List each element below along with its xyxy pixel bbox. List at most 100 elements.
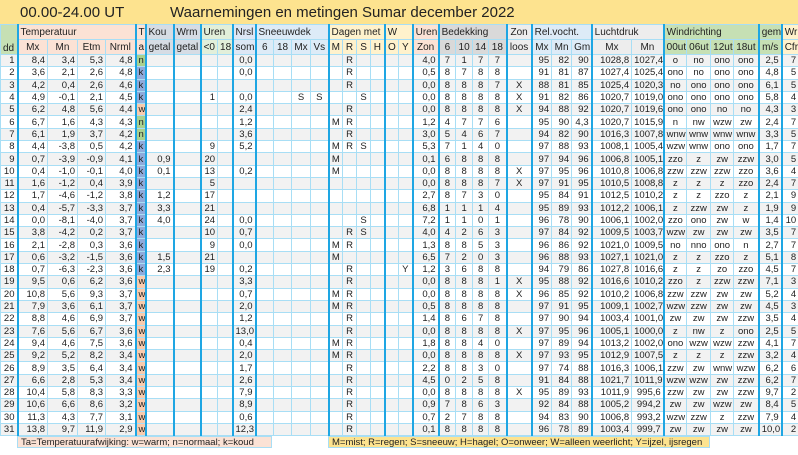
table-cell: 0,1 — [144, 164, 175, 178]
table-cell: 94 — [530, 410, 553, 424]
table-cell: 8 — [472, 324, 490, 338]
subheader-cell: 10 — [455, 39, 474, 55]
table-cell — [231, 250, 257, 265]
day-cell: 5 — [0, 103, 18, 117]
table-cell: 1027,1 — [590, 250, 633, 265]
table-cell: 85 — [551, 287, 573, 301]
table-cell: 4 — [437, 226, 457, 240]
table-cell: 3 — [437, 263, 457, 277]
table-row: 10 0,4 -1,0 -0,1 4,0 k 0,1 13 0,2 M 0,0 8 8 8 8 X 97 95 96… — [0, 164, 798, 178]
table-cell: zw — [662, 422, 688, 437]
table-cell: 0,0 — [411, 176, 440, 191]
table-cell: zw — [710, 201, 735, 215]
table-cell — [356, 361, 372, 375]
table-cell — [172, 312, 202, 326]
table-cell — [370, 312, 386, 326]
table-cell — [398, 373, 414, 388]
subheader-cell: Mn — [631, 39, 665, 55]
table-cell — [172, 90, 202, 105]
table-cell: 6,8 — [411, 201, 440, 215]
table-cell: 1016,6 — [631, 263, 665, 277]
table-cell — [273, 201, 293, 215]
table-cell: zzw — [733, 349, 760, 363]
table-cell: zo — [710, 263, 735, 277]
table-cell: 88 — [551, 103, 573, 117]
table-cell: -8,1 — [47, 213, 78, 228]
table-cell — [310, 53, 330, 68]
table-cell: R — [342, 287, 358, 301]
table-cell — [356, 115, 372, 129]
table-cell — [217, 373, 234, 388]
table-cell — [254, 140, 275, 154]
day-cell: 8 — [0, 140, 18, 154]
table-cell: M — [327, 115, 344, 129]
table-cell: z — [662, 324, 688, 338]
table-cell: z — [662, 176, 688, 191]
subheader-cell: getal — [144, 39, 175, 55]
table-cell — [327, 127, 344, 142]
table-cell: wzw — [662, 410, 688, 424]
table-cell: 3,7 — [104, 299, 137, 314]
table-cell — [217, 152, 234, 166]
table-cell — [254, 176, 275, 191]
table-cell — [217, 66, 234, 80]
table-cell: 4,8 — [104, 66, 137, 80]
table-cell: 1006,8 — [631, 164, 665, 178]
table-cell — [217, 386, 234, 400]
table-cell — [327, 90, 344, 105]
table-cell: 88 — [530, 78, 553, 92]
table-cell: 8 — [488, 410, 508, 424]
table-cell — [356, 201, 372, 215]
table-cell — [199, 78, 219, 92]
table-cell — [383, 386, 400, 400]
table-cell: R — [342, 336, 358, 351]
table-cell: 1009,5 — [590, 226, 633, 240]
table-cell — [356, 189, 372, 203]
table-cell: 7,9 — [16, 299, 48, 314]
table-cell — [254, 250, 275, 265]
table-cell — [172, 386, 202, 400]
header-bedekking: Bedekking — [437, 24, 508, 40]
table-cell: 2,4 — [757, 115, 783, 129]
table-cell — [327, 398, 344, 412]
table-cell: 6,1 — [16, 127, 48, 142]
header-rel-vocht: Rel.vocht. — [530, 24, 593, 40]
table-cell: 1025,4 — [590, 78, 633, 92]
table-cell: 7 — [437, 53, 457, 68]
table-cell: 8 — [455, 299, 474, 314]
table-cell: 7 — [780, 238, 798, 252]
table-cell: 6,2 — [757, 373, 783, 388]
subheader-cell: 06ut — [686, 39, 712, 55]
table-cell: 5,3 — [411, 140, 440, 154]
table-cell — [291, 115, 312, 129]
day-cell: 6 — [0, 115, 18, 129]
table-cell: 1011,9 — [590, 386, 633, 400]
table-cell: z — [733, 189, 760, 203]
table-cell: X — [505, 90, 533, 105]
table-cell: z — [710, 410, 735, 424]
table-cell: 3,6 — [104, 275, 137, 289]
table-cell: 1,7 — [757, 140, 783, 154]
table-cell: 1,6 — [47, 115, 78, 129]
day-cell: 23 — [0, 324, 18, 338]
table-cell — [217, 275, 234, 289]
table-cell: 4,4 — [16, 140, 48, 154]
ta-cell: w — [134, 312, 147, 326]
table-cell: 8 — [780, 250, 798, 265]
table-cell — [273, 275, 293, 289]
table-cell: 4,0 — [144, 213, 175, 228]
table-cell: 1020,7 — [590, 90, 633, 105]
table-cell: 8 — [472, 164, 490, 178]
table-cell — [370, 287, 386, 301]
table-cell: zw — [710, 373, 735, 388]
table-cell: ono — [710, 66, 735, 80]
table-cell: 2,2 — [411, 361, 440, 375]
table-cell — [398, 201, 414, 215]
table-cell — [398, 103, 414, 117]
table-cell: wnw — [733, 127, 760, 142]
table-cell — [254, 422, 275, 437]
table-cell: 4,3 — [47, 410, 78, 424]
subheader-cell: M — [327, 39, 344, 55]
day-cell: 29 — [0, 398, 18, 412]
table-cell — [327, 103, 344, 117]
